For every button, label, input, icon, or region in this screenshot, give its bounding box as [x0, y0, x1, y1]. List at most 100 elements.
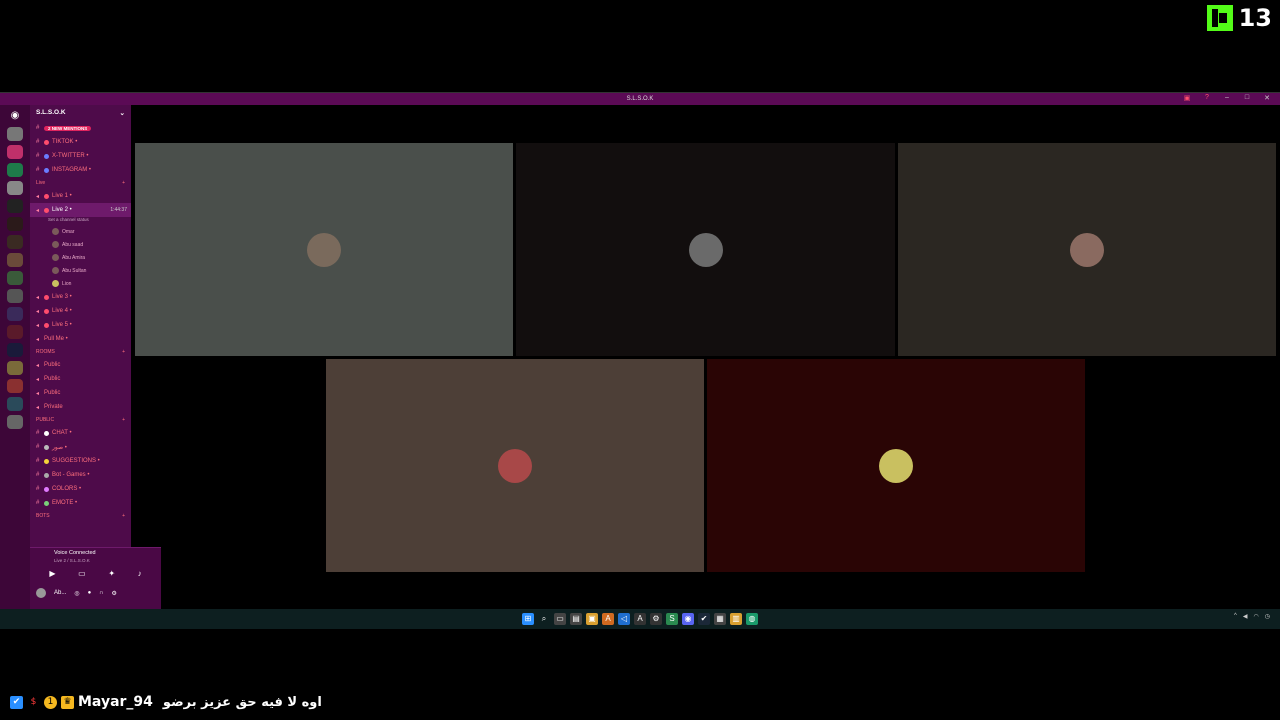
- category-public[interactable]: PUBLIC +: [30, 414, 131, 426]
- file-explorer-icon[interactable]: ▤: [570, 613, 582, 625]
- voice-channel-item[interactable]: ◂ Live 5 •: [30, 318, 131, 332]
- vscode-icon[interactable]: ◁: [618, 613, 630, 625]
- server-icon[interactable]: [7, 361, 23, 375]
- mention-badge[interactable]: 2 NEW MENTIONS: [44, 125, 92, 131]
- task-view-icon[interactable]: ▭: [554, 613, 566, 625]
- channel-item[interactable]: # TIKTOK •: [30, 135, 131, 149]
- text-channel-item[interactable]: # EMOTE •: [30, 496, 131, 510]
- minimize-icon[interactable]: –: [1222, 94, 1232, 102]
- steam-icon[interactable]: ✔: [698, 613, 710, 625]
- soundboard-icon[interactable]: ♪: [138, 569, 142, 578]
- channel-emoji-icon: [44, 139, 49, 145]
- server-icon[interactable]: [7, 379, 23, 393]
- browser-icon[interactable]: ◍: [746, 613, 758, 625]
- channel-status-prompt[interactable]: Set a channel status: [30, 217, 131, 225]
- camera-icon[interactable]: ▶: [49, 569, 55, 578]
- server-icon[interactable]: [7, 235, 23, 249]
- files-icon[interactable]: ▥: [730, 613, 742, 625]
- server-icon[interactable]: [7, 217, 23, 231]
- category-rooms[interactable]: ROOMS +: [30, 346, 131, 358]
- clock-icon[interactable]: ◷: [1265, 613, 1270, 620]
- voice-channel-item[interactable]: ◂ Private: [30, 400, 131, 414]
- app-icon[interactable]: A: [602, 613, 614, 625]
- search-icon[interactable]: ⌕: [538, 613, 550, 625]
- server-icon[interactable]: [7, 415, 23, 429]
- add-channel-icon[interactable]: +: [122, 513, 125, 519]
- guild-header[interactable]: S.L.S.O.K ⌄: [30, 105, 131, 121]
- voice-user[interactable]: Lion: [30, 277, 131, 290]
- headphones-icon[interactable]: ∩: [99, 590, 103, 596]
- text-channel-item[interactable]: # صور •: [30, 440, 131, 454]
- category-live[interactable]: Live +: [30, 177, 131, 189]
- voice-user[interactable]: Abu Amira: [30, 251, 131, 264]
- maximize-icon[interactable]: □: [1242, 94, 1252, 102]
- category-bots[interactable]: BOTS +: [30, 510, 131, 522]
- participant-tile[interactable]: [135, 143, 513, 356]
- screen-share-icon[interactable]: ▭: [78, 569, 86, 578]
- activities-icon[interactable]: ✦: [108, 569, 115, 578]
- mic-icon[interactable]: ●: [88, 590, 92, 596]
- add-channel-icon[interactable]: +: [122, 180, 125, 186]
- chevron-down-icon[interactable]: ⌄: [120, 109, 125, 117]
- server-icon[interactable]: [7, 271, 23, 285]
- voice-channel-item[interactable]: ◂ Live 1 •: [30, 189, 131, 203]
- add-channel-icon[interactable]: +: [122, 417, 125, 423]
- voice-user[interactable]: Omar: [30, 225, 131, 238]
- voice-connected-label: Voice Connected: [54, 550, 96, 556]
- voice-channel-item[interactable]: ◂ Pull Me •: [30, 332, 131, 346]
- volume-icon[interactable]: ◀: [1243, 613, 1248, 620]
- voice-channel-item[interactable]: ◂ Public: [30, 386, 131, 400]
- close-icon[interactable]: ✕: [1262, 94, 1272, 102]
- participant-tile[interactable]: [707, 359, 1085, 572]
- text-channel-item[interactable]: # CHAT •: [30, 426, 131, 440]
- server-icon[interactable]: [7, 181, 23, 195]
- speaker-icon: ◂: [36, 376, 40, 383]
- server-icon[interactable]: [7, 289, 23, 303]
- avatar[interactable]: [36, 588, 46, 598]
- voice-channel-item[interactable]: ◂ Live 4 •: [30, 304, 131, 318]
- voice-channel-item[interactable]: ◂ Live 3 •: [30, 290, 131, 304]
- participant-tile[interactable]: [516, 143, 895, 356]
- server-icon[interactable]: [7, 199, 23, 213]
- server-icon[interactable]: [7, 145, 23, 159]
- voice-channel-item[interactable]: ◂ Public: [30, 372, 131, 386]
- server-icon[interactable]: [7, 127, 23, 141]
- participant-tile[interactable]: [898, 143, 1276, 356]
- add-channel-icon[interactable]: +: [122, 349, 125, 355]
- folder-icon[interactable]: ▣: [586, 613, 598, 625]
- inbox-icon[interactable]: ▣: [1182, 94, 1192, 102]
- channel-item[interactable]: # INSTAGRAM •: [30, 163, 131, 177]
- speaker-icon: ◂: [36, 390, 40, 397]
- text-channel-item[interactable]: # Bot - Games •: [30, 468, 131, 482]
- server-icon[interactable]: [7, 325, 23, 339]
- app-icon[interactable]: S: [666, 613, 678, 625]
- store-icon[interactable]: ▦: [714, 613, 726, 625]
- chevron-up-icon[interactable]: ^: [1234, 613, 1237, 620]
- user-name[interactable]: Ab...: [54, 590, 66, 596]
- participant-tile[interactable]: [326, 359, 704, 572]
- text-channel-item[interactable]: # SUGGESTIONS •: [30, 454, 131, 468]
- voice-user[interactable]: Abu saad: [30, 238, 131, 251]
- windows-start-icon[interactable]: ⊞: [522, 613, 534, 625]
- voice-channel-item[interactable]: ◂ Public: [30, 358, 131, 372]
- channel-item[interactable]: # X-TWITTER •: [30, 149, 131, 163]
- server-icon[interactable]: [7, 253, 23, 267]
- voice-user-name: Abu saad: [62, 241, 84, 248]
- window-title: S.L.S.O.K: [626, 96, 654, 102]
- help-icon[interactable]: ?: [1202, 94, 1212, 102]
- settings-icon[interactable]: ⚙: [650, 613, 662, 625]
- server-icon[interactable]: [7, 343, 23, 357]
- discord-home-icon[interactable]: ◉: [7, 109, 23, 123]
- channel-item[interactable]: # 2 NEW MENTIONS: [30, 121, 131, 135]
- voice-channel-item-active[interactable]: ◂ Live 2 • 1:44:37: [30, 203, 131, 217]
- network-icon[interactable]: ◠: [1254, 613, 1259, 620]
- game-icon[interactable]: ◎: [74, 590, 79, 597]
- app-icon[interactable]: A: [634, 613, 646, 625]
- discord-icon[interactable]: ◉: [682, 613, 694, 625]
- server-icon[interactable]: [7, 307, 23, 321]
- gear-icon[interactable]: ⚙: [112, 590, 117, 597]
- server-icon[interactable]: [7, 397, 23, 411]
- server-icon[interactable]: [7, 163, 23, 177]
- text-channel-item[interactable]: # COLORS •: [30, 482, 131, 496]
- voice-user[interactable]: Abu Sultan: [30, 264, 131, 277]
